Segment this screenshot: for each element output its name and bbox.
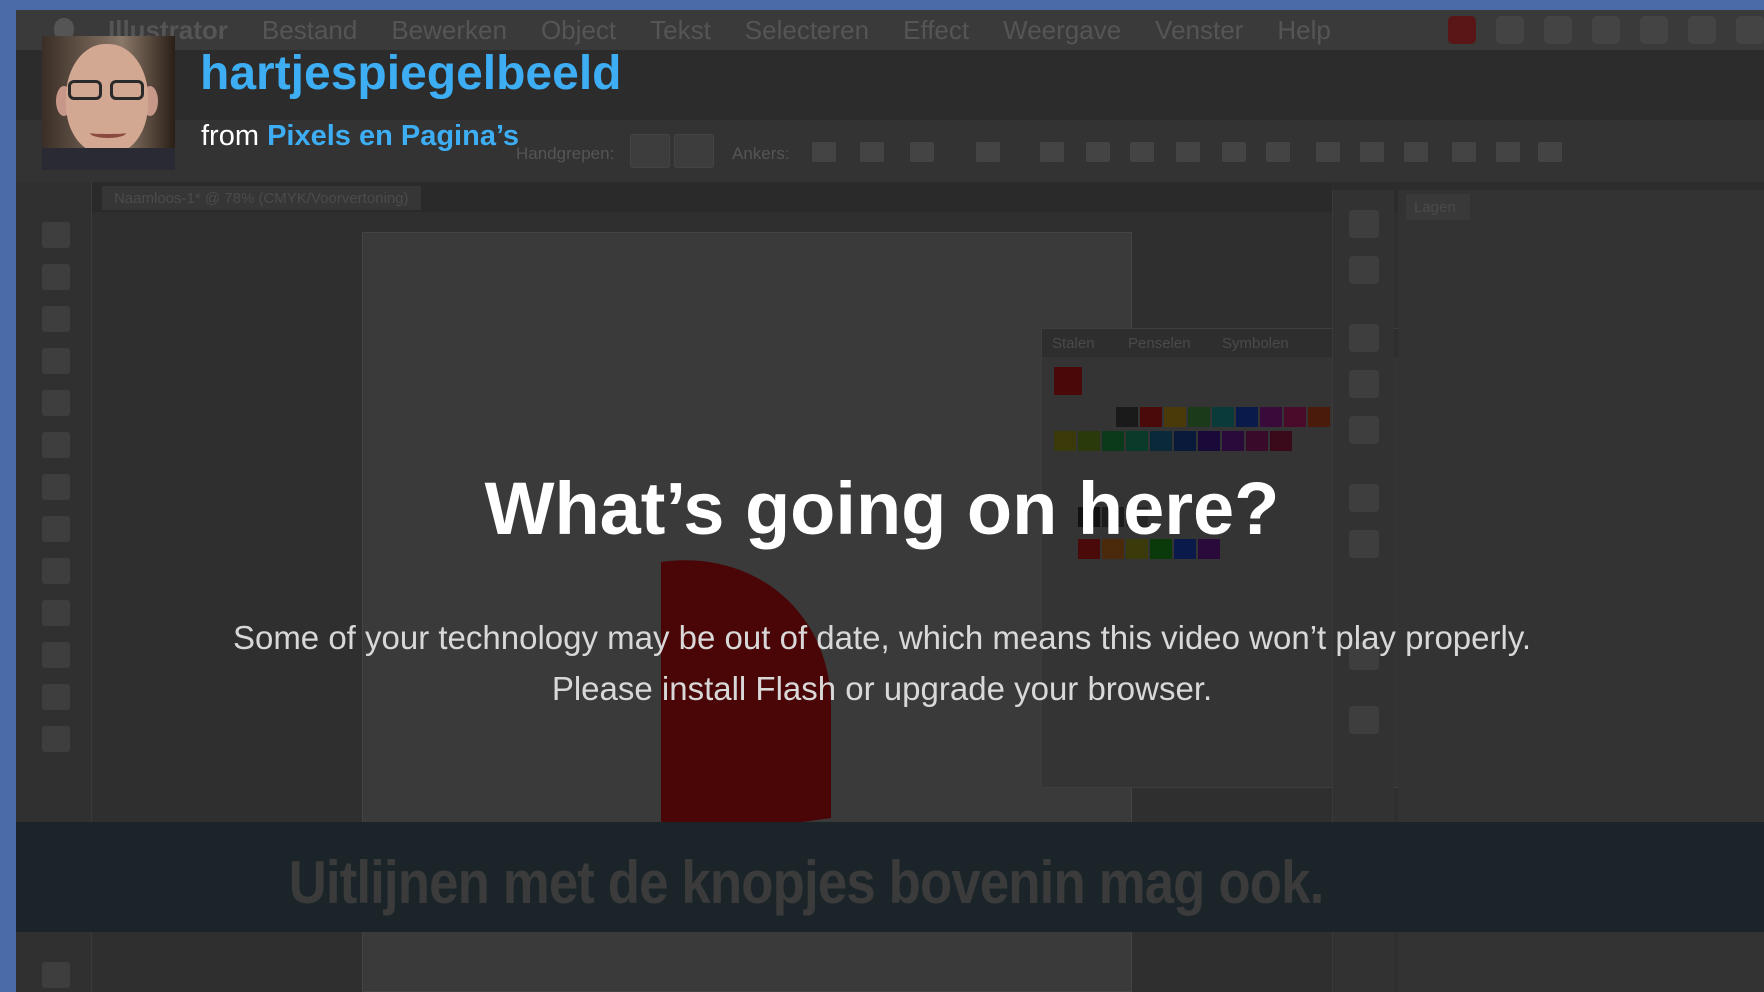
channel-avatar[interactable]	[42, 36, 175, 170]
byline-prefix: from	[201, 120, 268, 152]
channel-link[interactable]: Pixels en Pagina’s	[267, 120, 519, 152]
video-byline: from Pixels en Pagina’s	[201, 120, 519, 153]
error-message: Some of your technology may be out of da…	[232, 619, 1532, 707]
glasses-icon	[68, 80, 148, 100]
error-heading: What’s going on here?	[484, 467, 1280, 550]
avatar-mouth	[90, 128, 126, 138]
avatar-shirt	[42, 148, 175, 170]
video-title-link[interactable]: hartjespiegelbeeld	[200, 46, 621, 101]
